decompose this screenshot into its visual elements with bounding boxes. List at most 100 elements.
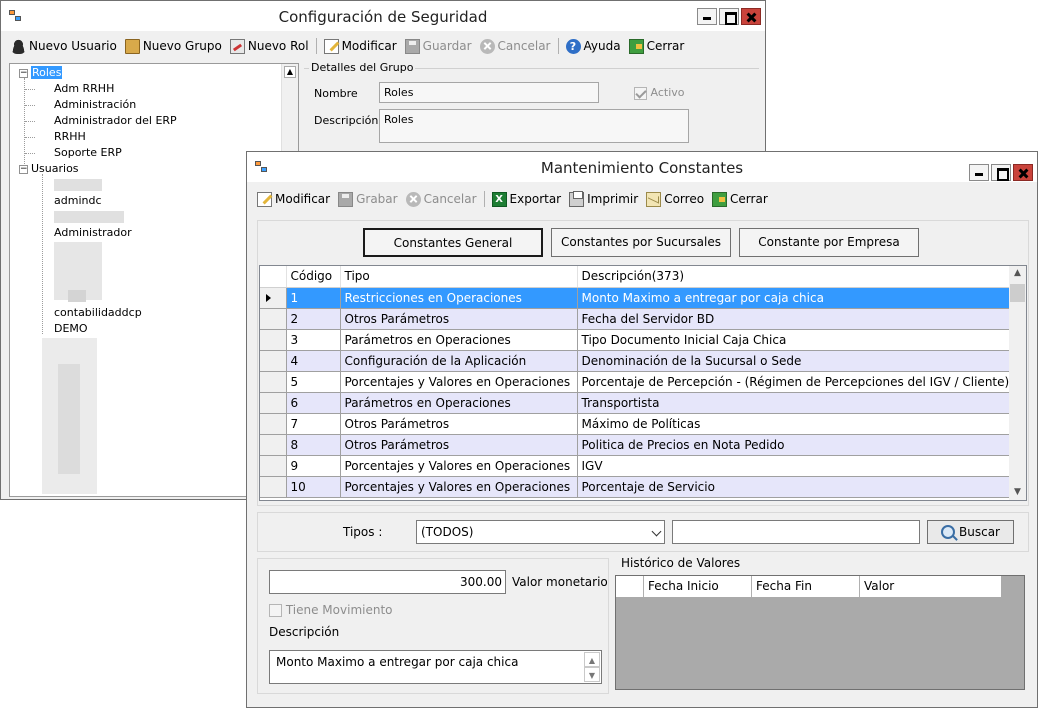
scroll-up-icon[interactable]: ▲ [284, 66, 296, 78]
table-row[interactable]: 2 Otros Parámetros Fecha del Servidor BD [260, 308, 1015, 330]
cell-description[interactable]: Máximo de Políticas [577, 413, 1015, 435]
row-header[interactable] [260, 392, 287, 414]
close-window-button[interactable] [1013, 164, 1033, 181]
table-row[interactable]: 4 Configuración de la Aplicación Denomin… [260, 350, 1015, 372]
group-name-field[interactable]: Roles [379, 82, 599, 103]
table-row[interactable]: 8 Otros Parámetros Politica de Precios e… [260, 434, 1015, 456]
tree-node-role[interactable]: RRHH [54, 129, 86, 145]
group-description-field[interactable]: Roles [379, 109, 689, 143]
amount-field[interactable]: 300.00 [269, 570, 506, 594]
cell-description[interactable]: Tipo Documento Inicial Caja Chica [577, 329, 1015, 351]
cell-code[interactable]: 8 [286, 434, 341, 456]
title-bar[interactable]: Mantenimiento Constantes [247, 152, 1037, 182]
column-header-code[interactable]: Código [286, 266, 341, 288]
tree-node-user[interactable]: Administrador [54, 225, 132, 241]
history-grid[interactable]: Fecha Inicio Fecha Fin Valor [615, 575, 1025, 690]
cell-type[interactable]: Restricciones en Operaciones [340, 287, 578, 309]
export-button[interactable]: X Exportar [488, 191, 566, 207]
search-button[interactable]: Buscar [927, 520, 1014, 544]
close-button[interactable]: Cerrar [708, 191, 772, 207]
cell-description[interactable]: Porcentaje de Servicio [577, 476, 1015, 498]
description-scrollbar[interactable]: ▲ ▼ [584, 652, 600, 682]
active-checkbox[interactable]: Activo [634, 86, 685, 100]
column-header-end-date[interactable]: Fecha Fin [752, 576, 860, 597]
scroll-down-icon[interactable]: ▼ [1010, 485, 1025, 500]
tab-constants-general[interactable]: Constantes General [363, 228, 543, 257]
cell-description[interactable]: Politica de Precios en Nota Pedido [577, 434, 1015, 456]
tree-node-user[interactable]: DEMO [54, 321, 88, 337]
tree-node-roles[interactable]: − Roles [19, 65, 63, 81]
cell-type[interactable]: Porcentajes y Valores en Operaciones [340, 455, 578, 477]
cell-code[interactable]: 2 [286, 308, 341, 330]
modify-button[interactable]: Modificar [253, 191, 334, 207]
save-button[interactable]: Grabar [334, 191, 402, 207]
constants-grid[interactable]: Código Tipo Descripción(373) 1 Restricci… [259, 265, 1027, 501]
cell-type[interactable]: Configuración de la Aplicación [340, 350, 578, 372]
cell-description[interactable]: Denominación de la Sucursal o Sede [577, 350, 1015, 372]
table-row[interactable]: 6 Parámetros en Operaciones Transportist… [260, 392, 1015, 414]
mail-button[interactable]: Correo [642, 191, 708, 207]
scroll-down-icon[interactable]: ▼ [584, 667, 600, 682]
tree-node-role[interactable]: Administrador del ERP [54, 113, 177, 129]
scroll-up-icon[interactable]: ▲ [584, 652, 600, 667]
save-button[interactable]: Guardar [401, 38, 476, 54]
cell-code[interactable]: 7 [286, 413, 341, 435]
maximize-button[interactable] [719, 8, 739, 25]
table-row[interactable]: 5 Porcentajes y Valores en Operaciones P… [260, 371, 1015, 393]
title-bar[interactable]: Configuración de Seguridad [1, 1, 765, 31]
cell-description[interactable]: Porcentaje de Percepción - (Régimen de P… [577, 371, 1015, 393]
table-row[interactable]: 1 Restricciones en Operaciones Monto Max… [260, 287, 1015, 309]
tree-node-role[interactable]: Soporte ERP [54, 145, 122, 161]
cell-description[interactable]: IGV [577, 455, 1015, 477]
new-user-button[interactable]: Nuevo Usuario [7, 38, 121, 54]
row-header[interactable] [260, 413, 287, 435]
cell-type[interactable]: Parámetros en Operaciones [340, 392, 578, 414]
close-button[interactable]: Cerrar [625, 38, 689, 54]
cell-code[interactable]: 10 [286, 476, 341, 498]
tree-node-role[interactable]: Adm RRHH [54, 81, 114, 97]
cell-code[interactable]: 6 [286, 392, 341, 414]
cell-code[interactable]: 1 [286, 287, 341, 309]
cell-type[interactable]: Porcentajes y Valores en Operaciones [340, 476, 578, 498]
row-header[interactable] [260, 287, 287, 309]
cell-code[interactable]: 3 [286, 329, 341, 351]
new-group-button[interactable]: Nuevo Grupo [121, 38, 226, 54]
row-header[interactable] [260, 434, 287, 456]
types-dropdown[interactable]: (TODOS) [416, 520, 665, 544]
modify-button[interactable]: Modificar [320, 38, 401, 54]
tree-node-users[interactable]: − Usuarios [19, 161, 79, 177]
cell-code[interactable]: 4 [286, 350, 341, 372]
tree-node-user[interactable]: admindc [54, 193, 102, 209]
cell-type[interactable]: Porcentajes y Valores en Operaciones [340, 371, 578, 393]
tree-node-user[interactable]: contabilidaddcp [54, 305, 142, 321]
cell-type[interactable]: Otros Parámetros [340, 413, 578, 435]
detail-description-field[interactable]: Monto Maximo a entregar por caja chica ▲… [269, 650, 602, 684]
tree-node-role[interactable]: Administración [54, 97, 136, 113]
cell-description[interactable]: Monto Maximo a entregar por caja chica [577, 287, 1015, 309]
has-movement-checkbox[interactable]: Tiene Movimiento [269, 603, 393, 617]
table-row[interactable]: 9 Porcentajes y Valores en Operaciones I… [260, 455, 1015, 477]
table-row[interactable]: 10 Porcentajes y Valores en Operaciones … [260, 476, 1015, 498]
scroll-up-icon[interactable]: ▲ [1010, 266, 1025, 281]
table-row[interactable]: 7 Otros Parámetros Máximo de Políticas [260, 413, 1015, 435]
column-header-type[interactable]: Tipo [340, 266, 578, 288]
column-header-value[interactable]: Valor [860, 576, 1001, 597]
row-header[interactable] [260, 455, 287, 477]
tab-constants-branches[interactable]: Constantes por Sucursales [551, 228, 731, 257]
minimize-button[interactable] [697, 8, 717, 25]
row-header[interactable] [260, 329, 287, 351]
cell-type[interactable]: Otros Parámetros [340, 308, 578, 330]
row-header[interactable] [260, 350, 287, 372]
cell-type[interactable]: Otros Parámetros [340, 434, 578, 456]
close-window-button[interactable] [741, 8, 761, 25]
row-header[interactable] [260, 308, 287, 330]
new-role-button[interactable]: Nuevo Rol [226, 38, 313, 54]
tab-constants-company[interactable]: Constante por Empresa [739, 228, 919, 257]
help-button[interactable]: ? Ayuda [562, 38, 625, 54]
grid-scrollbar[interactable]: ▲ ▼ [1009, 266, 1026, 500]
minimize-button[interactable] [969, 164, 989, 181]
column-header-start-date[interactable]: Fecha Inicio [644, 576, 752, 597]
scroll-thumb[interactable] [1010, 284, 1025, 302]
row-header[interactable] [260, 476, 287, 498]
table-row[interactable]: 3 Parámetros en Operaciones Tipo Documen… [260, 329, 1015, 351]
